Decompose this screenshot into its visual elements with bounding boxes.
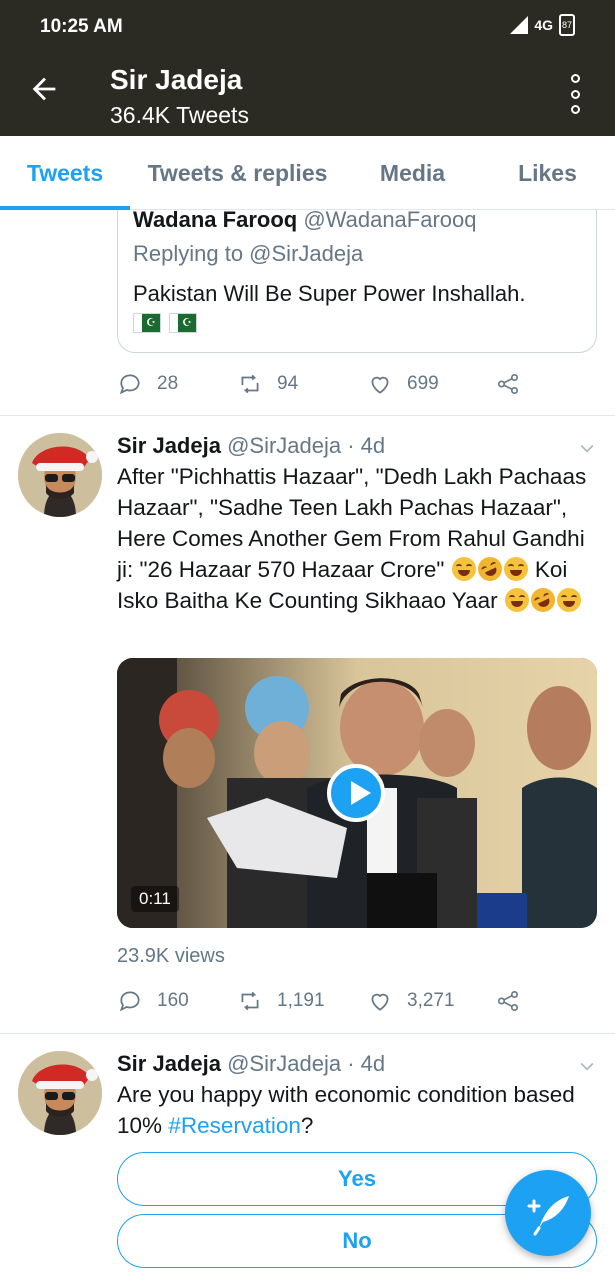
like-button[interactable]: 3,271: [367, 988, 495, 1014]
network-label: 4G: [534, 17, 553, 33]
avatar-art: [18, 433, 102, 517]
compose-tweet-button[interactable]: [505, 1170, 591, 1256]
tweet-author-row: Sir Jadeja @SirJadeja · 4d: [117, 1051, 385, 1077]
battery-icon: 87: [559, 14, 575, 36]
tweet-author-row: Sir Jadeja @SirJadeja · 4d: [117, 433, 385, 459]
share-button[interactable]: [495, 988, 521, 1014]
profile-tabs: Tweets Tweets & replies Media Likes: [0, 136, 615, 210]
rofl-emoji-icon: [473, 553, 506, 585]
share-icon: [497, 373, 519, 395]
profile-header: Sir Jadeja 36.4K Tweets: [0, 54, 615, 136]
retweet-button[interactable]: 1,191: [237, 988, 367, 1014]
retweet-icon: [241, 991, 259, 1011]
laughing-emoji-icon: [556, 588, 581, 612]
divider: [0, 415, 615, 416]
tab-media[interactable]: Media: [345, 136, 480, 210]
retweet-count: 1,191: [277, 990, 325, 1011]
like-icon: [371, 993, 389, 1011]
tweet-text: Are you happy with economic condition ba…: [117, 1079, 602, 1141]
status-icons: 4G 87: [510, 14, 575, 36]
reply-count: 160: [157, 990, 189, 1011]
laughing-emoji-icon: [504, 588, 529, 612]
back-arrow-svg: [32, 77, 56, 101]
quoted-tweet-author: Wadana Farooq @WadanaFarooq: [133, 207, 477, 233]
like-count: 3,271: [407, 990, 455, 1011]
like-icon: [371, 376, 389, 394]
status-time: 10:25 AM: [40, 16, 123, 37]
reply-icon: [119, 991, 140, 1012]
video-views: 23.9K views: [117, 945, 225, 967]
pakistan-flag-icon: ☪: [133, 313, 161, 333]
more-vertical-icon[interactable]: [565, 74, 585, 114]
like-count: 699: [407, 373, 439, 394]
laughing-emoji-icon: [503, 557, 528, 581]
poll-question-end: ?: [300, 1113, 314, 1138]
quoted-author-name: Wadana Farooq: [133, 207, 298, 232]
retweet-icon: [241, 374, 259, 394]
avatar[interactable]: [18, 433, 102, 517]
rofl-emoji-icon: [526, 584, 559, 616]
like-button[interactable]: 699: [367, 371, 495, 397]
tweet-author-name: Sir Jadeja: [117, 433, 221, 458]
reply-count: 28: [157, 373, 179, 394]
compose-icon: [527, 1196, 569, 1236]
video-duration: 0:11: [131, 886, 179, 912]
tweet-actions: 28 94 699: [117, 369, 537, 399]
back-arrow-icon[interactable]: [24, 72, 64, 112]
share-icon: [497, 990, 519, 1012]
quoted-tweet-text: Pakistan Will Be Super Power Inshallah.: [133, 281, 526, 306]
tweet-count: 36.4K Tweets: [110, 102, 249, 128]
chevron-down-icon[interactable]: [577, 438, 597, 458]
flag-emojis: ☪ ☪: [133, 313, 197, 333]
status-bar: 10:25 AM 4G 87: [0, 0, 615, 54]
header-title: Sir Jadeja: [110, 64, 243, 95]
avatar[interactable]: [18, 1051, 102, 1135]
tweet-author-name: Sir Jadeja: [117, 1051, 221, 1076]
signal-icon: [510, 16, 529, 34]
tab-tweets-replies[interactable]: Tweets & replies: [130, 136, 345, 210]
play-icon[interactable]: [327, 764, 385, 822]
reply-button[interactable]: 28: [117, 371, 237, 397]
avatar-art: [18, 1051, 102, 1135]
reply-icon: [119, 374, 140, 395]
tweet-handle-time: @SirJadeja · 4d: [227, 1051, 386, 1076]
tweet-text: After "Pichhattis Hazaar", "Dedh Lakh Pa…: [117, 461, 602, 616]
tweet-handle-time: @SirJadeja · 4d: [227, 433, 386, 458]
divider: [0, 1033, 615, 1034]
tab-likes[interactable]: Likes: [480, 136, 615, 210]
pakistan-flag-icon: ☪: [169, 313, 197, 333]
reply-button[interactable]: 160: [117, 988, 237, 1014]
tweet-video[interactable]: 0:11: [117, 658, 597, 928]
retweet-button[interactable]: 94: [237, 371, 367, 397]
tab-tweets[interactable]: Tweets: [0, 136, 130, 210]
share-button[interactable]: [495, 371, 521, 397]
laughing-emoji-icon: [451, 557, 476, 581]
quoted-author-handle: @WadanaFarooq: [303, 207, 477, 232]
chevron-down-icon[interactable]: [577, 1056, 597, 1076]
hashtag-link[interactable]: #Reservation: [168, 1113, 301, 1138]
tweet-actions: 160 1,191 3,271: [117, 986, 537, 1016]
retweet-count: 94: [277, 373, 299, 394]
replying-to-label: Replying to @SirJadeja: [133, 241, 364, 266]
